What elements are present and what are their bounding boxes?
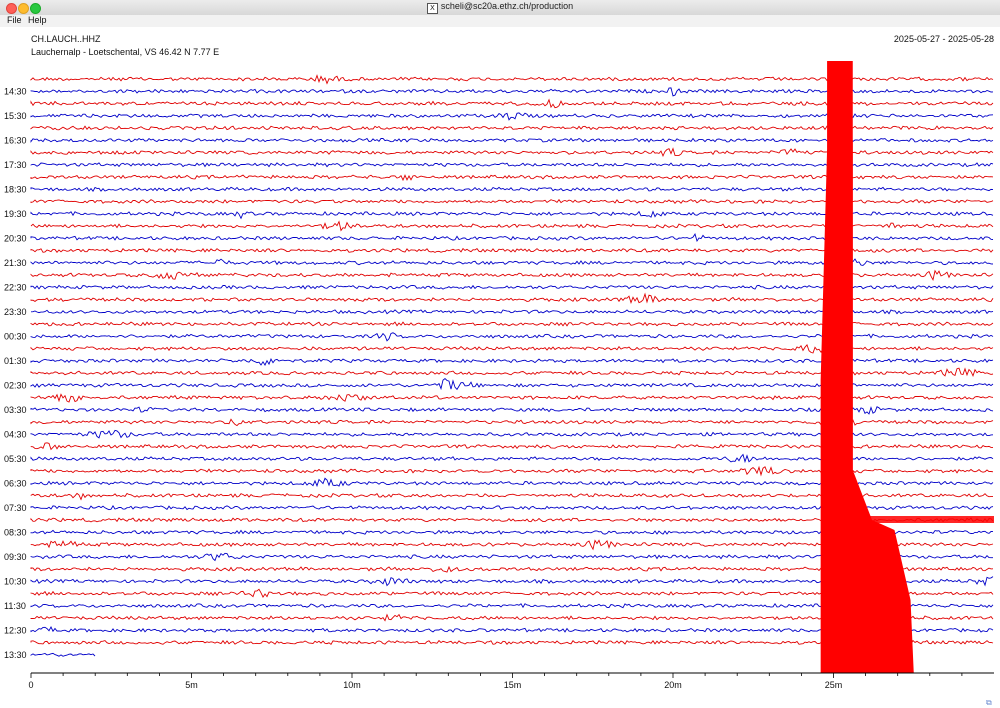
y-tick-label-3: 17:30 xyxy=(4,160,27,170)
y-tick-label-17: 07:30 xyxy=(4,503,27,513)
trace-47 xyxy=(30,652,96,657)
y-tick-label-15: 05:30 xyxy=(4,454,27,464)
x-tick-label-5: 25m xyxy=(825,680,843,690)
x-tick-label-0: 0 xyxy=(28,680,33,690)
y-tick-label-23: 13:30 xyxy=(4,650,27,660)
y-tick-label-16: 06:30 xyxy=(4,478,27,488)
y-axis-labels: 14:30 15:30 16:30 17:30 18:30 19:30 20:30 21:30… xyxy=(4,86,27,660)
y-tick-label-7: 21:30 xyxy=(4,258,27,268)
y-tick-label-20: 10:30 xyxy=(4,576,27,586)
y-tick-label-22: 12:30 xyxy=(4,625,27,635)
helicorder-plot: 14:30 15:30 16:30 17:30 18:30 19:30 20:30 21:30… xyxy=(4,61,994,690)
event-coda-0 xyxy=(820,140,914,673)
y-tick-label-4: 18:30 xyxy=(4,184,27,194)
y-tick-label-18: 08:30 xyxy=(4,527,27,537)
y-tick-label-5: 19:30 xyxy=(4,209,27,219)
y-tick-label-14: 04:30 xyxy=(4,429,27,439)
y-tick-label-19: 09:30 xyxy=(4,552,27,562)
x-tick-label-3: 15m xyxy=(504,680,522,690)
y-tick-label-13: 03:30 xyxy=(4,405,27,415)
y-tick-label-0: 14:30 xyxy=(4,86,27,96)
y-tick-label-11: 01:30 xyxy=(4,356,27,366)
y-tick-label-12: 02:30 xyxy=(4,380,27,390)
y-tick-label-2: 16:30 xyxy=(4,135,27,145)
resize-icon[interactable]: ⧉ xyxy=(986,698,996,707)
event-tail-0 xyxy=(852,516,994,523)
y-tick-label-9: 23:30 xyxy=(4,307,27,317)
y-tick-label-8: 22:30 xyxy=(4,282,27,292)
y-tick-label-10: 00:30 xyxy=(4,331,27,341)
y-tick-label-6: 20:30 xyxy=(4,233,27,243)
x-tick-label-2: 10m xyxy=(343,680,361,690)
x-tick-label-1: 5m xyxy=(185,680,198,690)
y-tick-label-21: 11:30 xyxy=(4,601,26,611)
y-tick-label-1: 15:30 xyxy=(4,111,27,121)
x-axis: 0 5m 10m 15m 20m 25m xyxy=(28,672,994,690)
x-tick-label-4: 20m xyxy=(664,680,682,690)
